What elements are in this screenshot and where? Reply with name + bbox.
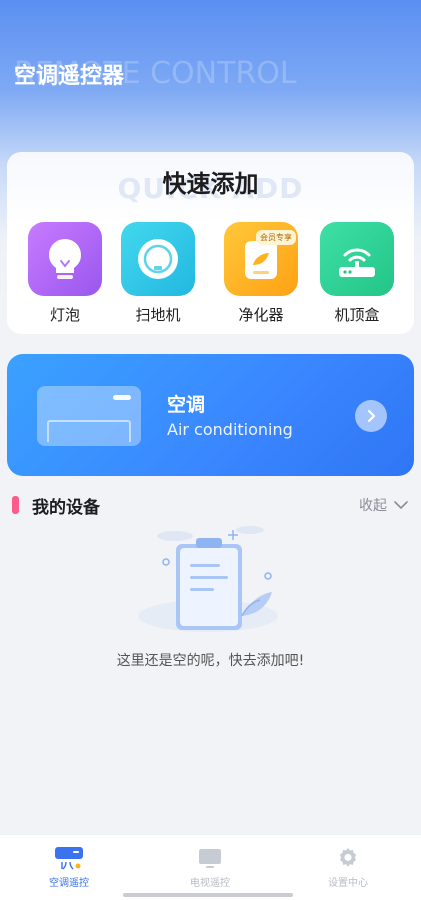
light-bulb-icon xyxy=(28,222,102,296)
quick-add-label: 净化器 xyxy=(238,306,284,324)
my-devices-title: 我的设备 xyxy=(32,498,100,518)
section-accent-bar xyxy=(12,496,19,514)
ac-card-subtitle: Air conditioning xyxy=(167,420,293,439)
quick-add-title: 快速添加 xyxy=(162,170,259,198)
ac-remote-icon xyxy=(55,847,83,870)
chevron-down-icon xyxy=(394,501,408,509)
page-title: 空调遥控器 xyxy=(14,64,125,89)
tab-label: 空调遥控 xyxy=(49,878,89,889)
air-purifier-icon: 会员专享 xyxy=(224,222,298,296)
member-badge: 会员专享 xyxy=(256,230,296,245)
tv-icon xyxy=(199,849,221,868)
bottom-tab-bar: 空调遥控 电视遥控 设置中心 xyxy=(0,834,421,900)
quick-add-air-purifier[interactable]: 会员专享 净化器 xyxy=(224,222,298,325)
set-top-box-icon xyxy=(320,222,394,296)
quick-add-label: 灯泡 xyxy=(49,306,80,324)
empty-clipboard-illustration xyxy=(130,520,290,640)
quick-add-set-top-box[interactable]: 机顶盒 xyxy=(320,222,394,325)
my-devices-header: 我的设备 收起 xyxy=(12,492,409,518)
tab-label: 设置中心 xyxy=(328,878,368,889)
collapse-button[interactable]: 收起 xyxy=(359,495,409,515)
collapse-label: 收起 xyxy=(359,498,387,514)
quick-add-light-bulb[interactable]: 灯泡 xyxy=(28,222,102,325)
robot-vacuum-icon xyxy=(121,222,195,296)
quick-add-label: 机顶盒 xyxy=(334,306,380,324)
quick-add-label: 扫地机 xyxy=(135,306,181,324)
tab-ac-remote[interactable]: 空调遥控 xyxy=(19,845,119,889)
air-conditioner-icon xyxy=(37,386,141,446)
quick-add-card: QUICK ADD 快速添加 灯泡 扫地机 会员专享 净化器 机顶盒 xyxy=(7,152,414,334)
quick-add-robot-vacuum[interactable]: 扫地机 xyxy=(121,222,195,325)
home-indicator xyxy=(123,893,293,897)
empty-state-text: 这里还是空的呢，快去添加吧! xyxy=(116,653,305,669)
tab-label: 电视遥控 xyxy=(190,878,230,889)
chevron-right-icon[interactable] xyxy=(355,400,387,432)
air-conditioning-card[interactable]: 空调 Air conditioning xyxy=(7,354,414,476)
tab-tv-remote[interactable]: 电视遥控 xyxy=(160,845,260,889)
ac-card-title: 空调 xyxy=(167,394,206,416)
tab-settings[interactable]: 设置中心 xyxy=(298,845,398,889)
gear-icon xyxy=(340,848,356,867)
